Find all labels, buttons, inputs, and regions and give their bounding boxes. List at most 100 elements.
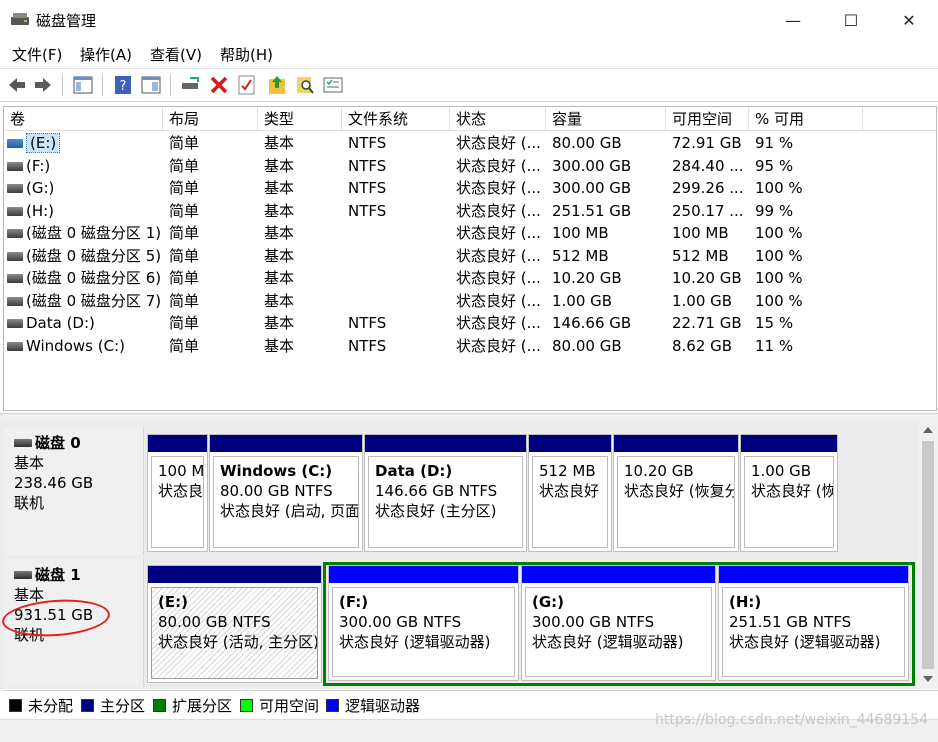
partition-data-d[interactable]: Data (D:) 146.66 GB NTFS 状态良好 (主分区) — [364, 434, 527, 552]
title-bar: 磁盘管理 — ☐ ✕ — [0, 0, 938, 40]
connect-icon[interactable] — [180, 74, 202, 96]
scroll-up-icon[interactable] — [923, 426, 933, 434]
partition-body: (G:) 300.00 GB NTFS 状态良好 (逻辑驱动器) — [525, 587, 712, 677]
partition-type-bar — [329, 566, 518, 583]
legend-swatch — [240, 699, 253, 712]
table-row[interactable]: (磁盘 0 磁盘分区 1) 简单 基本 状态良好 (... 100 MB 100 MB 10… — [4, 222, 936, 244]
table-row[interactable]: (F:) 简单 基本 NTFS 状态良好 (... 300.00 GB 284.40 ...… — [4, 155, 936, 177]
menu-view[interactable]: 查看(V) — [150, 44, 202, 65]
volume-layout: 简单 — [169, 291, 200, 310]
delete-icon[interactable] — [208, 74, 230, 96]
partition-status: 状态良好 (活动, 主分区) — [158, 633, 318, 651]
volume-layout: 简单 — [169, 156, 200, 175]
volume-percent-free: 11 % — [755, 336, 794, 355]
partition-type-bar — [741, 435, 837, 452]
partition-type-bar — [529, 435, 611, 452]
table-row[interactable]: (磁盘 0 磁盘分区 7) 简单 基本 状态良好 (... 1.00 GB 1.00 GB… — [4, 290, 936, 312]
minimize-button[interactable]: — — [764, 0, 822, 40]
forward-icon[interactable] — [32, 74, 54, 96]
partition-h[interactable]: (H:) 251.51 GB NTFS 状态良好 (逻辑驱动器) — [718, 565, 909, 681]
menu-action[interactable]: 操作(A) — [80, 44, 132, 65]
column-header-capacity[interactable]: 容量 — [546, 107, 666, 131]
volume-name: Data (D:) — [26, 314, 95, 332]
volume-icon — [7, 139, 23, 148]
partition-g[interactable]: (G:) 300.00 GB NTFS 状态良好 (逻辑驱动器) — [521, 565, 716, 681]
close-button[interactable]: ✕ — [880, 0, 938, 40]
table-row[interactable]: (磁盘 0 磁盘分区 6) 简单 基本 状态良好 (... 10.20 GB 10.20 … — [4, 267, 936, 289]
disk-size: 238.46 GB — [14, 474, 94, 492]
toolbar-separator — [170, 74, 171, 96]
maximize-button[interactable]: ☐ — [822, 0, 880, 40]
partition-disk0-7[interactable]: 1.00 GB 状态良好 (恢 — [740, 434, 838, 552]
volume-capacity: 100 MB — [552, 224, 609, 242]
partition-body: (E:) 80.00 GB NTFS 状态良好 (活动, 主分区) — [151, 587, 318, 679]
scrollbar-thumb[interactable] — [922, 441, 934, 669]
partition-title: (H:) — [729, 593, 762, 611]
back-icon[interactable] — [6, 74, 28, 96]
partition-windows-c[interactable]: Windows (C:) 80.00 GB NTFS 状态良好 (启动, 页面 — [209, 434, 363, 552]
partition-disk0-5[interactable]: 512 MB 状态良好 — [528, 434, 612, 552]
volume-filesystem — [348, 222, 450, 244]
volume-name: Windows (C:) — [26, 336, 125, 355]
volume-free-space: 299.26 ... — [672, 179, 744, 197]
column-header-percent-free[interactable]: % 可用 — [749, 107, 863, 131]
menu-file[interactable]: 文件(F) — [12, 44, 62, 65]
search-icon[interactable] — [294, 74, 316, 96]
column-header-status[interactable]: 状态 — [450, 107, 546, 131]
table-row[interactable]: (E:) 简单 基本 NTFS 状态良好 (... 80.00 GB 72.91 GB 91 … — [4, 132, 936, 154]
volume-type: 基本 — [264, 336, 295, 355]
volume-type: 基本 — [264, 201, 295, 220]
menu-help[interactable]: 帮助(H) — [220, 44, 273, 65]
volume-icon — [7, 206, 23, 216]
volume-status: 状态良好 (... — [456, 336, 541, 355]
legend-label: 逻辑驱动器 — [345, 697, 421, 715]
list-icon[interactable] — [322, 74, 344, 96]
table-row[interactable]: Data (D:) 简单 基本 NTFS 状态良好 (... 146.66 GB 22.71… — [4, 312, 936, 334]
partition-title: (G:) — [532, 593, 565, 611]
column-header-free-space[interactable]: 可用空间 — [666, 107, 749, 131]
legend-label: 未分配 — [28, 697, 74, 715]
table-row[interactable]: (G:) 简单 基本 NTFS 状态良好 (... 300.00 GB 299.26 ...… — [4, 177, 936, 199]
volume-type: 基本 — [264, 269, 295, 287]
partition-status: 状态良好 — [539, 482, 600, 500]
table-row[interactable]: (H:) 简单 基本 NTFS 状态良好 (... 251.51 GB 250.17 ...… — [4, 200, 936, 222]
volume-name: (磁盘 0 磁盘分区 6) — [26, 269, 162, 287]
volume-status: 状态良好 (... — [456, 179, 541, 197]
volume-capacity: 10.20 GB — [552, 269, 622, 287]
pane-splitter[interactable] — [0, 413, 938, 421]
partition-disk0-6[interactable]: 10.20 GB 状态良好 (恢复分 — [613, 434, 739, 552]
partition-status: 状态良好 (主分区) — [375, 502, 497, 520]
volume-layout: 简单 — [169, 179, 200, 197]
volume-layout: 简单 — [169, 134, 200, 152]
table-row[interactable]: Windows (C:) 简单 基本 NTFS 状态良好 (... 80.00 GB 8.6… — [4, 335, 936, 357]
disk-0-label[interactable]: 磁盘 0 基本 238.46 GB 联机 — [4, 427, 144, 555]
partition-body: Windows (C:) 80.00 GB NTFS 状态良好 (启动, 页面 — [213, 456, 359, 548]
partition-status: 状态良好 (逻辑驱动器) — [532, 633, 684, 651]
disk-map-scrollbar[interactable] — [918, 421, 938, 689]
volume-filesystem: NTFS — [348, 336, 387, 355]
help-icon[interactable]: ? — [112, 74, 134, 96]
column-header-layout[interactable]: 布局 — [163, 107, 258, 131]
scroll-down-icon[interactable] — [923, 675, 933, 683]
volume-percent-free: 15 % — [755, 314, 794, 332]
watermark: https://blog.csdn.net/weixin_44689154 — [654, 712, 928, 728]
column-header-volume[interactable]: 卷 — [4, 107, 163, 131]
partition-status: 状态良好 (恢 — [751, 482, 834, 500]
up-icon[interactable] — [266, 74, 288, 96]
partition-f[interactable]: (F:) 300.00 GB NTFS 状态良好 (逻辑驱动器) — [328, 565, 519, 681]
properties-icon[interactable] — [140, 74, 162, 96]
console-tree-icon[interactable] — [72, 74, 94, 96]
volume-type: 基本 — [264, 246, 295, 265]
check-icon[interactable] — [236, 74, 258, 96]
partition-disk0-1[interactable]: 100 M 状态良 — [147, 434, 208, 552]
table-row[interactable]: (磁盘 0 磁盘分区 5) 简单 基本 状态良好 (... 512 MB 512 MB 10… — [4, 245, 936, 267]
partition-title: (E:) — [158, 593, 188, 611]
volume-type: 基本 — [264, 179, 295, 197]
legend-item-logical: 逻辑驱动器 — [326, 695, 420, 716]
disk-icon — [14, 439, 32, 447]
column-header-type[interactable]: 类型 — [258, 107, 342, 131]
volume-layout: 简单 — [169, 336, 200, 355]
menu-bar: 文件(F) 操作(A) 查看(V) 帮助(H) — [0, 42, 938, 66]
partition-e[interactable]: (E:) 80.00 GB NTFS 状态良好 (活动, 主分区) — [147, 565, 322, 683]
column-header-filesystem[interactable]: 文件系统 — [342, 107, 450, 131]
